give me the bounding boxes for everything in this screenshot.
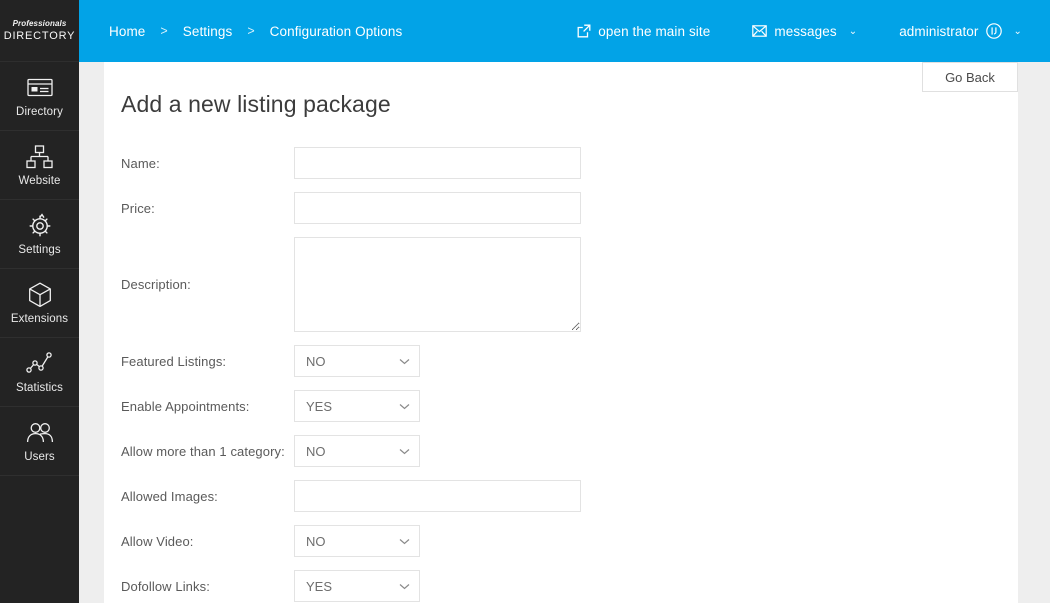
field-label-name: Name:: [121, 155, 160, 171]
form-row-name: Name:: [121, 147, 1001, 179]
field-label-price: Price:: [121, 200, 155, 216]
allow-video-select[interactable]: NO: [294, 525, 420, 557]
sidebar-item-label: Directory: [16, 105, 63, 118]
app-logo[interactable]: Professionals DIRECTORY: [0, 0, 79, 62]
line-chart-icon: [26, 350, 53, 378]
go-back-button-wrap: Go Back: [922, 62, 1018, 92]
allow-video-select-wrap: NO: [294, 525, 420, 557]
featured-listings-select-wrap: NO: [294, 345, 420, 377]
messages-label: messages: [774, 23, 837, 39]
main-content: Go Back Add a new listing package Name: …: [104, 62, 1018, 603]
page-title: Add a new listing package: [121, 91, 391, 117]
chevron-down-icon: ⌄: [848, 25, 858, 37]
logo-line-professionals: Professionals: [12, 18, 67, 28]
sidebar-item-website[interactable]: Website: [0, 131, 79, 200]
account-label: administrator: [899, 23, 979, 39]
id-card-icon: [26, 74, 53, 102]
chevron-down-icon: ⌄: [1013, 25, 1022, 37]
envelope-icon: [752, 25, 768, 37]
sidebar-item-label: Statistics: [15, 381, 63, 394]
field-label-allowed-images: Allowed Images:: [121, 488, 218, 504]
breadcrumb-item-configuration-options[interactable]: Configuration Options: [266, 24, 407, 39]
sitemap-icon: [26, 143, 53, 171]
featured-listings-select[interactable]: NO: [294, 345, 420, 377]
sidebar-item-label: Users: [24, 450, 55, 463]
go-back-button[interactable]: Go Back: [922, 62, 1018, 92]
breadcrumb-separator: >: [160, 24, 168, 38]
field-label-description: Description:: [121, 277, 191, 292]
form-row-allowed-images: Allowed Images:: [121, 480, 1001, 512]
user-circle-icon: [985, 23, 1002, 39]
left-gutter: [79, 62, 104, 603]
breadcrumb-separator: >: [247, 24, 255, 38]
price-input[interactable]: [294, 192, 581, 224]
sidebar-item-label: Settings: [18, 243, 61, 256]
field-label-allow-video: Allow Video:: [121, 533, 194, 549]
top-actions: open the main site messages ⌄ administra…: [535, 23, 1022, 39]
enable-appointments-select[interactable]: YES: [294, 390, 420, 422]
description-textarea[interactable]: [294, 237, 581, 332]
sidebar: Professionals DIRECTORY Directory Websit…: [0, 0, 79, 603]
allow-more-categories-select-wrap: NO: [294, 435, 420, 467]
external-link-icon: [577, 24, 591, 38]
sidebar-item-extensions[interactable]: Extensions: [0, 269, 79, 338]
open-main-site-link[interactable]: open the main site: [577, 24, 710, 39]
sidebar-item-directory[interactable]: Directory: [0, 62, 79, 131]
listing-package-form: Name: Price: Description: Featured Listi…: [121, 147, 1001, 603]
admin-page: Professionals DIRECTORY Directory Websit…: [0, 0, 1050, 603]
form-row-enable-appointments: Enable Appointments: YES: [121, 390, 1001, 422]
breadcrumb-item-settings[interactable]: Settings: [179, 24, 237, 39]
logo-line-directory: DIRECTORY: [3, 29, 76, 42]
field-label-dofollow-links: Dofollow Links:: [121, 578, 210, 594]
messages-menu[interactable]: messages ⌄: [752, 24, 857, 39]
dofollow-links-select[interactable]: YES: [294, 570, 420, 602]
users-icon: [26, 419, 54, 447]
dofollow-links-select-wrap: YES: [294, 570, 420, 602]
form-row-allow-video: Allow Video: NO: [121, 525, 1001, 557]
field-label-allow-more-categories: Allow more than 1 category:: [121, 443, 285, 459]
open-main-site-label: open the main site: [598, 23, 711, 39]
name-input[interactable]: [294, 147, 581, 179]
account-menu[interactable]: administrator ⌄: [899, 23, 1022, 39]
top-navigation-bar: Home > Settings > Configuration Options …: [79, 0, 1050, 62]
allow-more-categories-select[interactable]: NO: [294, 435, 420, 467]
field-label-featured-listings: Featured Listings:: [121, 353, 227, 369]
sidebar-item-statistics[interactable]: Statistics: [0, 338, 79, 407]
form-row-featured-listings: Featured Listings: NO: [121, 345, 1001, 377]
gear-icon: [27, 212, 53, 240]
allowed-images-input[interactable]: [294, 480, 581, 512]
breadcrumb: Home > Settings > Configuration Options: [105, 24, 406, 39]
sidebar-item-users[interactable]: Users: [0, 407, 79, 476]
form-row-price: Price:: [121, 192, 1001, 224]
breadcrumb-item-home[interactable]: Home: [105, 24, 149, 39]
sidebar-item-settings[interactable]: Settings: [0, 200, 79, 269]
cube-icon: [28, 281, 52, 309]
sidebar-item-label: Extensions: [10, 312, 69, 325]
form-row-dofollow-links: Dofollow Links: YES: [121, 570, 1001, 602]
form-row-description: Description:: [121, 237, 1001, 332]
sidebar-item-label: Website: [18, 174, 61, 187]
form-row-allow-more-categories: Allow more than 1 category: NO: [121, 435, 1001, 467]
right-gutter: [1018, 62, 1050, 603]
field-label-enable-appointments: Enable Appointments:: [121, 398, 250, 414]
enable-appointments-select-wrap: YES: [294, 390, 420, 422]
